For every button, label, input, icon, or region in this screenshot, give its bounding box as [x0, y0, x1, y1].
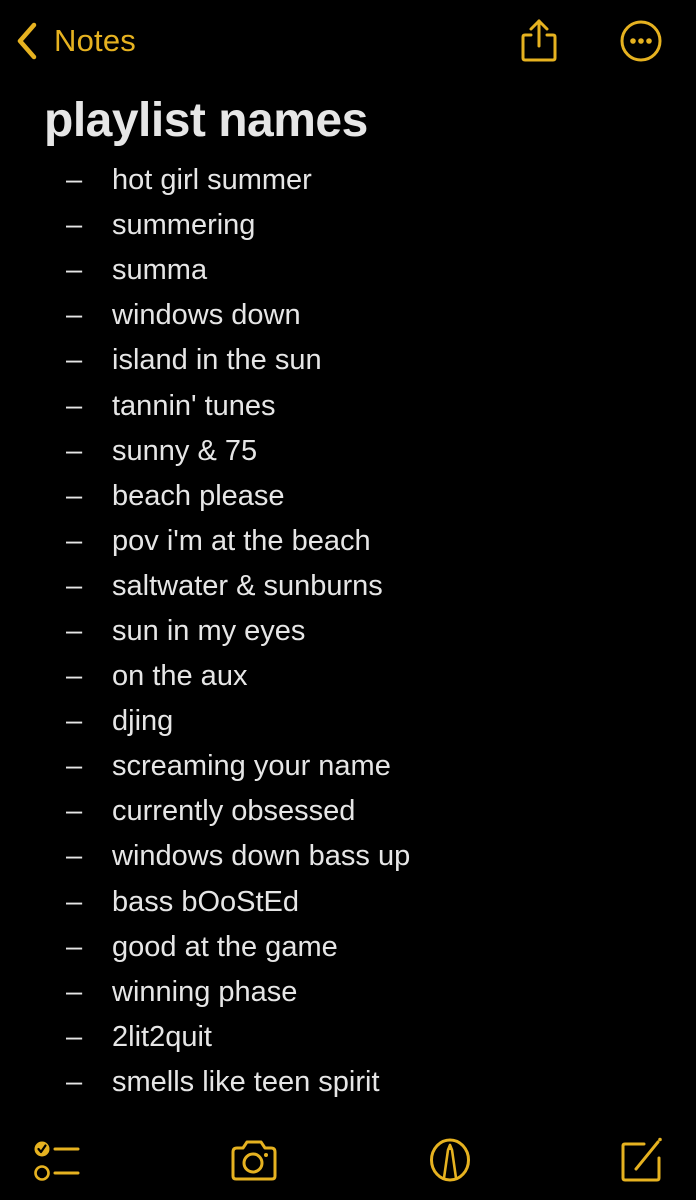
- bullet-dash: –: [66, 254, 83, 287]
- camera-button[interactable]: [228, 1134, 280, 1186]
- list-item-text: smells like teen spirit: [112, 1065, 380, 1098]
- bullet-dash: –: [66, 344, 83, 377]
- list-item-text: bass bOoStEd: [112, 885, 299, 918]
- list-item[interactable]: – beach please: [0, 474, 410, 519]
- list-item-text: tannin' tunes: [112, 389, 276, 422]
- list-item[interactable]: – winning phase: [0, 970, 410, 1015]
- list-item-text: island in the sun: [112, 344, 322, 377]
- list-item-text: windows down: [112, 299, 301, 332]
- list-item[interactable]: – summa: [0, 248, 410, 293]
- bullet-dash: –: [66, 164, 83, 197]
- bullet-dash: –: [66, 840, 83, 873]
- bullet-dash: –: [66, 705, 83, 738]
- list-item[interactable]: – djing: [0, 699, 410, 744]
- bullet-dash: –: [66, 975, 83, 1008]
- list-item-text: winning phase: [112, 975, 298, 1008]
- list-item[interactable]: – windows down: [0, 293, 410, 338]
- list-item-text: beach please: [112, 479, 285, 512]
- bullet-dash: –: [66, 795, 83, 828]
- list-item[interactable]: – screaming your name: [0, 744, 410, 789]
- list-item-text: summering: [112, 209, 256, 242]
- list-item[interactable]: – island in the sun: [0, 338, 410, 383]
- back-button[interactable]: Notes: [14, 20, 136, 62]
- compose-button[interactable]: [616, 1134, 668, 1186]
- bullet-dash: –: [66, 930, 83, 963]
- list-item-text: on the aux: [112, 660, 248, 693]
- list-item[interactable]: – windows down bass up: [0, 834, 410, 879]
- list-item-text: sun in my eyes: [112, 614, 306, 647]
- bullet-dash: –: [66, 660, 83, 693]
- camera-icon: [231, 1140, 277, 1181]
- list-item[interactable]: – pov i'm at the beach: [0, 519, 410, 564]
- bullet-dash: –: [66, 1020, 83, 1053]
- bullet-dash: –: [66, 479, 83, 512]
- list-item-text: hot girl summer: [112, 164, 312, 197]
- list-item-text: 2lit2quit: [112, 1020, 212, 1053]
- checklist-button[interactable]: [30, 1134, 82, 1186]
- list-item-text: saltwater & sunburns: [112, 569, 383, 602]
- markup-icon: [430, 1138, 470, 1182]
- list-item[interactable]: – on the aux: [0, 654, 410, 699]
- list-item-text: good at the game: [112, 930, 338, 963]
- share-button[interactable]: [516, 18, 562, 64]
- list-item-text: summa: [112, 254, 208, 287]
- bullet-dash: –: [66, 524, 83, 557]
- list-item[interactable]: –2lit2quit: [0, 1015, 410, 1060]
- bullet-dash: –: [66, 209, 83, 242]
- bullet-dash: –: [66, 614, 83, 647]
- list-item[interactable]: – bass bOoStEd: [0, 880, 410, 925]
- markup-button[interactable]: [424, 1134, 476, 1186]
- ellipsis-circle-icon: [620, 20, 662, 62]
- share-icon: [521, 19, 557, 62]
- list-item[interactable]: – sunny & 75: [0, 429, 410, 474]
- bullet-dash: –: [66, 1065, 83, 1098]
- bullet-dash: –: [66, 569, 83, 602]
- list-item[interactable]: – saltwater & sunburns: [0, 564, 410, 609]
- list-item-text: pov i'm at the beach: [112, 524, 371, 557]
- note-title[interactable]: playlist names: [44, 90, 368, 152]
- more-button[interactable]: [618, 18, 664, 64]
- playlist-list[interactable]: – hot girl summer – summering – summa – wind…: [0, 158, 410, 1105]
- list-item-text: djing: [112, 705, 174, 738]
- bullet-dash: –: [66, 750, 83, 783]
- bottom-toolbar: [0, 1130, 696, 1190]
- list-item-text: windows down bass up: [112, 840, 411, 873]
- list-item[interactable]: – good at the game: [0, 925, 410, 970]
- checklist-icon: [34, 1141, 80, 1181]
- list-item[interactable]: – smells like teen spirit: [0, 1060, 410, 1105]
- bullet-dash: –: [66, 299, 83, 332]
- bullet-dash: –: [66, 885, 83, 918]
- list-item[interactable]: – hot girl summer: [0, 158, 410, 203]
- list-item[interactable]: – tannin' tunes: [0, 383, 410, 428]
- list-item[interactable]: – summering: [0, 203, 410, 248]
- list-item-text: screaming your name: [112, 750, 391, 783]
- list-item-text: currently obsessed: [112, 795, 356, 828]
- back-label: Notes: [54, 23, 136, 58]
- list-item-text: sunny & 75: [112, 434, 258, 467]
- list-item[interactable]: – sun in my eyes: [0, 609, 410, 654]
- chevron-left-icon: [17, 22, 37, 60]
- navigation-bar: Notes: [0, 0, 696, 84]
- compose-icon: [621, 1137, 662, 1182]
- list-item[interactable]: – currently obsessed: [0, 789, 410, 834]
- bullet-dash: –: [66, 434, 83, 467]
- bullet-dash: –: [66, 389, 83, 422]
